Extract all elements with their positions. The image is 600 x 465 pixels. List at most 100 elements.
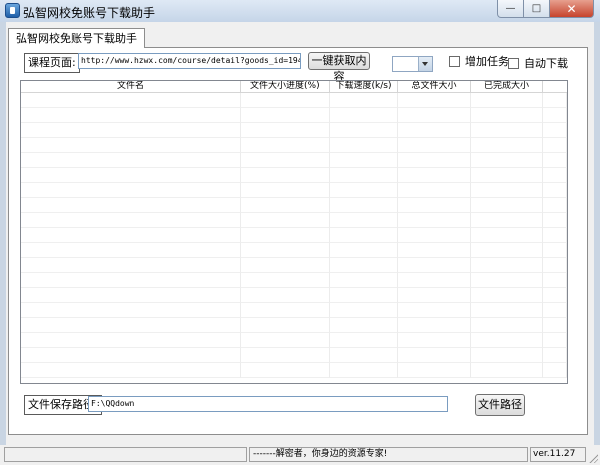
table-cell [398, 318, 471, 333]
title-bar[interactable]: 弘智网校免账号下载助手 — □ ✕ [0, 0, 600, 22]
add-task-check-icon[interactable] [449, 55, 460, 67]
table-row[interactable] [21, 318, 567, 333]
chevron-down-icon[interactable] [418, 57, 432, 71]
table-cell [330, 273, 398, 288]
table-cell [330, 108, 398, 123]
course-url-input[interactable]: http://www.hzwx.com/course/detail?goods_… [78, 53, 301, 69]
table-cell [241, 123, 330, 138]
table-row[interactable] [21, 333, 567, 348]
table-row[interactable] [21, 228, 567, 243]
table-cell [398, 153, 471, 168]
table-cell [21, 153, 241, 168]
table-cell [241, 213, 330, 228]
table-row[interactable] [21, 303, 567, 318]
auto-download-checkbox[interactable]: 自动下载 [508, 55, 568, 71]
table-row[interactable] [21, 93, 567, 108]
tab-main[interactable]: 弘智网校免账号下载助手 [8, 28, 145, 48]
table-row[interactable] [21, 348, 567, 363]
table-cell [471, 138, 543, 153]
minimize-icon: — [505, 3, 516, 14]
table-cell [330, 333, 398, 348]
table-row[interactable] [21, 363, 567, 378]
table-cell [543, 168, 567, 183]
table-cell [330, 303, 398, 318]
table-cell [471, 198, 543, 213]
column-progress[interactable]: 进度(%) [286, 81, 330, 92]
column-total-size[interactable]: 总文件大小 [398, 81, 471, 92]
table-cell [330, 288, 398, 303]
table-cell [241, 198, 330, 213]
table-cell [398, 183, 471, 198]
table-row[interactable] [21, 273, 567, 288]
column-completed-size[interactable]: 已完成大小 [471, 81, 543, 92]
table-cell [241, 153, 330, 168]
table-cell [543, 258, 567, 273]
table-cell [543, 138, 567, 153]
table-cell [21, 138, 241, 153]
fetch-content-button[interactable]: 一键获取内容 [308, 52, 370, 83]
add-task-label: 增加任务 [465, 55, 509, 68]
table-cell [330, 93, 398, 108]
table-cell [330, 243, 398, 258]
table-cell [330, 198, 398, 213]
table-row[interactable] [21, 168, 567, 183]
table-row[interactable] [21, 123, 567, 138]
table-row[interactable] [21, 153, 567, 168]
close-button[interactable]: ✕ [550, 0, 594, 18]
option-combobox[interactable] [392, 56, 433, 72]
table-cell [21, 288, 241, 303]
table-cell [543, 198, 567, 213]
table-cell [21, 93, 241, 108]
maximize-icon: □ [531, 3, 542, 14]
table-cell [21, 183, 241, 198]
maximize-button[interactable]: □ [524, 0, 550, 18]
list-header: 文件名 文件大小 进度(%) 下载速度(k/s) 总文件大小 已完成大小 [21, 81, 567, 93]
table-row[interactable] [21, 243, 567, 258]
table-cell [21, 348, 241, 363]
table-cell [471, 108, 543, 123]
table-row[interactable] [21, 198, 567, 213]
table-cell [471, 93, 543, 108]
table-cell [543, 303, 567, 318]
list-body[interactable] [21, 93, 567, 383]
table-row[interactable] [21, 108, 567, 123]
auto-download-label: 自动下载 [524, 57, 568, 70]
table-cell [471, 228, 543, 243]
table-row[interactable] [21, 183, 567, 198]
table-cell [471, 153, 543, 168]
resize-grip-icon[interactable] [588, 453, 598, 463]
auto-download-check-icon[interactable] [508, 57, 519, 69]
save-path-input[interactable]: F:\QQdown [88, 396, 448, 412]
download-list[interactable]: 文件名 文件大小 进度(%) 下载速度(k/s) 总文件大小 已完成大小 [20, 80, 568, 384]
table-cell [330, 183, 398, 198]
table-cell [241, 318, 330, 333]
table-cell [398, 303, 471, 318]
table-cell [241, 108, 330, 123]
table-cell [543, 93, 567, 108]
table-cell [471, 183, 543, 198]
table-cell [471, 243, 543, 258]
table-cell [398, 348, 471, 363]
table-cell [330, 348, 398, 363]
table-row[interactable] [21, 258, 567, 273]
table-row[interactable] [21, 288, 567, 303]
table-cell [543, 273, 567, 288]
table-row[interactable] [21, 138, 567, 153]
table-cell [241, 93, 330, 108]
table-cell [241, 303, 330, 318]
table-cell [21, 108, 241, 123]
add-task-checkbox[interactable]: 增加任务 [449, 53, 509, 69]
browse-path-button[interactable]: 文件路径 [475, 394, 525, 416]
table-row[interactable] [21, 213, 567, 228]
minimize-button[interactable]: — [497, 0, 524, 18]
table-cell [398, 288, 471, 303]
table-cell [241, 138, 330, 153]
table-cell [21, 168, 241, 183]
table-cell [543, 123, 567, 138]
table-cell [471, 213, 543, 228]
table-cell [241, 273, 330, 288]
column-speed[interactable]: 下载速度(k/s) [330, 81, 398, 92]
table-cell [21, 318, 241, 333]
column-file-size[interactable]: 文件大小 [241, 81, 286, 92]
column-filename[interactable]: 文件名 [21, 81, 241, 92]
